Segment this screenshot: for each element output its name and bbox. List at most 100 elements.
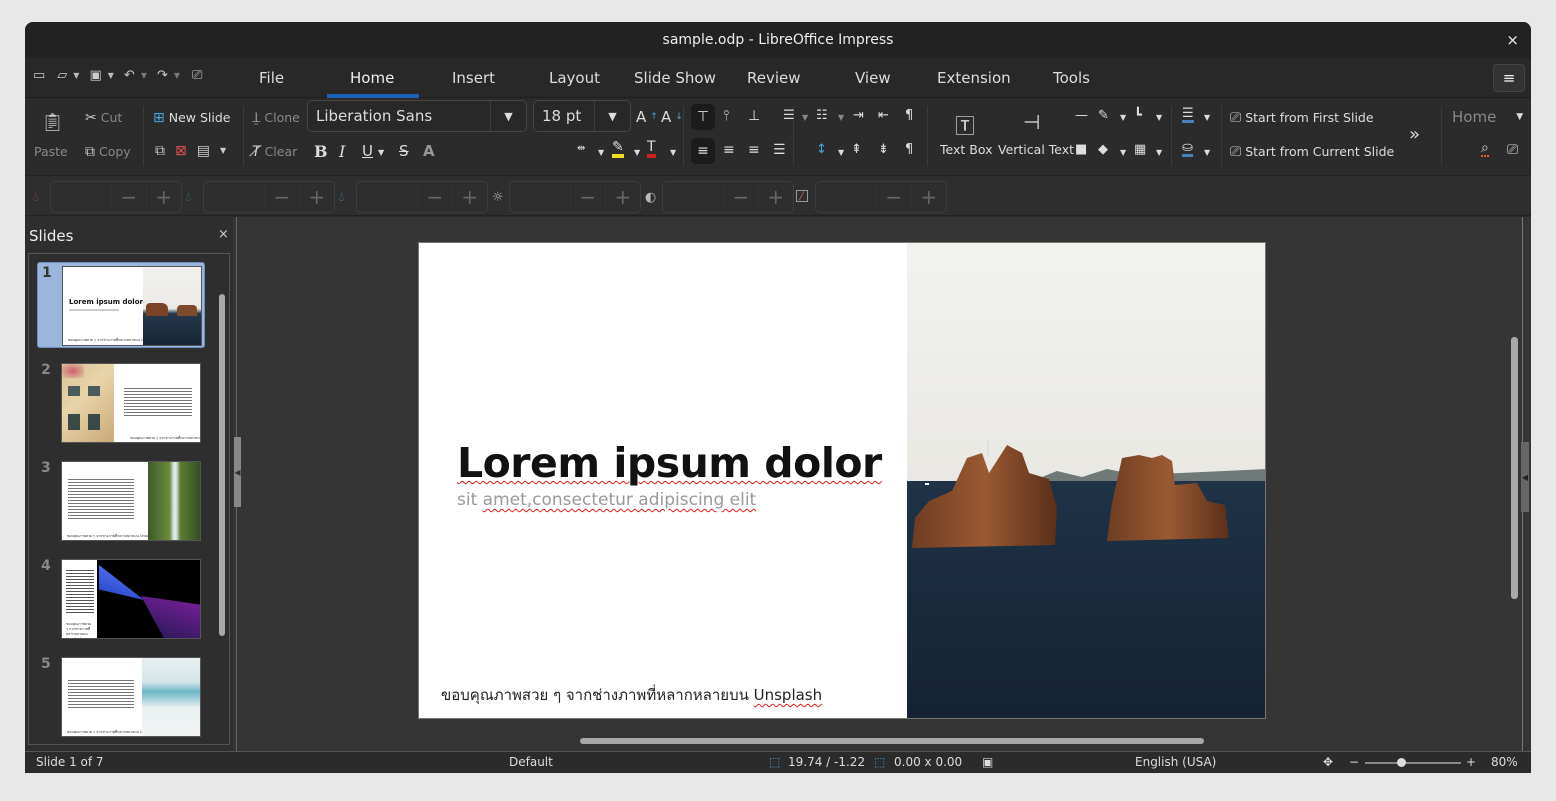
rectangle-icon[interactable]: ■ [1075,142,1087,157]
tab-tools[interactable]: Tools [1053,69,1090,87]
bullet-list-icon[interactable]: ☰ [783,108,795,123]
paragraph-rtl-icon[interactable]: ¶ [905,142,913,157]
contrast-spinbox[interactable]: − + [662,181,794,213]
decrement-button[interactable]: − [877,182,912,212]
highlight-dropdown-icon[interactable]: ▼ [634,148,640,157]
decrease-paragraph-spacing-icon[interactable]: ⇟ [878,142,889,157]
slide-credit[interactable]: ขอบคุณภาพสวย ๆ จากช่างภาพที่หลากหลายบน U… [441,683,822,707]
increase-indent-icon[interactable]: ⇥ [853,108,864,123]
connector-dropdown-icon[interactable]: ▼ [1156,113,1162,122]
slide-thumbnail-1[interactable]: 1 Lorem ipsum dolor ขอบคุณภาพสวย ๆ จากช่… [37,262,205,348]
contrast-field[interactable] [663,182,725,212]
vertical-scrollbar[interactable] [1511,337,1518,599]
tab-home[interactable]: Home [350,69,394,87]
cut-button[interactable]: ✂ Cut [85,110,122,125]
brightness-field[interactable] [510,182,572,212]
fill-color-icon[interactable]: ⛀ [1182,141,1193,157]
red-field[interactable] [51,182,113,212]
vertical-text-label[interactable]: Vertical Text [998,142,1074,157]
redo-icon[interactable]: ↷ [157,68,168,83]
basic-shapes-icon[interactable]: ◆ [1098,142,1108,157]
shadow-button[interactable]: A [423,142,435,160]
horizontal-scrollbar[interactable] [580,738,1204,744]
chevron-down-icon[interactable]: ▼ [594,101,630,131]
blue-spinbox[interactable]: − + [356,181,488,213]
save-icon[interactable]: ▣ [89,68,101,83]
line-spacing-icon[interactable]: ↕ [816,142,827,157]
clear-formatting-button[interactable]: T̸ Clear [252,144,297,159]
text-box-icon[interactable]: 🅃︎ [955,110,975,139]
align-bottom-button[interactable]: ⊥ [748,108,760,124]
slides-pane-scrollbar[interactable] [219,294,225,636]
tab-slide-show[interactable]: Slide Show [634,69,716,87]
find-icon[interactable]: ⌕ [1481,141,1489,157]
highlight-color-icon[interactable]: ✎ [612,140,624,158]
align-left-button[interactable]: ≡ [691,138,715,164]
slideshow-icon[interactable]: ⎚ [1507,142,1518,158]
master-slide-name[interactable]: Default [509,755,553,769]
character-spacing-icon[interactable]: ⇹ [577,143,585,154]
hamburger-menu-button[interactable]: ≡ [1493,64,1525,92]
fit-slide-icon[interactable]: ✥ [1323,755,1333,769]
justify-button[interactable]: ☰ [773,142,786,158]
chevron-down-icon[interactable]: ▼ [490,101,526,131]
freeform-dropdown-icon[interactable]: ▼ [1120,113,1126,122]
increase-paragraph-spacing-icon[interactable]: ⇞ [851,142,862,157]
block-shapes-icon[interactable]: ▦ [1134,142,1146,157]
text-box-label[interactable]: Text Box [940,142,993,157]
slide-photo-sea-rocks[interactable] [907,243,1266,719]
red-spinbox[interactable]: − + [50,181,182,213]
font-color-icon[interactable]: T [647,140,656,158]
green-spinbox[interactable]: − + [203,181,335,213]
connector-icon[interactable]: ┗ [1134,108,1142,123]
brightness-spinbox[interactable]: − + [509,181,641,213]
slide-canvas[interactable]: Lorem ipsum dolor sit amet,consectetur a… [418,242,1266,719]
italic-button[interactable]: I [339,142,345,161]
delete-slide-icon[interactable]: ⊠ [175,144,187,158]
tab-layout[interactable]: Layout [549,69,600,87]
gamma-spinbox[interactable]: − + [815,181,947,213]
slide-subtitle[interactable]: sit amet,consectetur adipiscing elit [457,490,756,510]
document-modified-icon[interactable]: ▣ [982,755,993,769]
slide-thumbnail-5[interactable]: 5 ขอบคุณภาพสวย ๆ จากช่างภาพที่หลากหลายบน… [37,654,205,740]
tab-file[interactable]: File [259,69,284,87]
slides-pane-splitter[interactable]: ◀ [233,217,241,751]
start-from-first-slide-button[interactable]: ⎚ Start from First Slide [1230,110,1374,125]
tab-view[interactable]: View [855,69,891,87]
freeform-icon[interactable]: ✎ [1098,108,1109,123]
block-dropdown-icon[interactable]: ▼ [1156,148,1162,157]
bold-button[interactable]: B [314,142,328,161]
decrease-font-icon[interactable]: A ↓ [661,108,683,126]
underline-button[interactable]: U [362,142,373,160]
open-dropdown-icon[interactable]: ▼ [73,71,79,80]
slide-layout-icon[interactable]: ▤ [197,144,210,158]
start-presentation-icon[interactable]: ⎚ [192,68,202,83]
context-dropdown[interactable]: Home ▼ [1452,108,1523,126]
decrement-button[interactable]: − [112,182,147,212]
green-field[interactable] [204,182,266,212]
clone-formatting-button[interactable]: ⍊ Clone [252,110,300,125]
zoom-level[interactable]: 80% [1491,755,1518,769]
line-icon[interactable]: — [1075,108,1088,123]
tab-review[interactable]: Review [747,69,801,87]
expand-sidebar-handle[interactable]: ◀ [1521,442,1529,512]
increment-button[interactable]: + [147,182,181,212]
new-slide-button[interactable]: ⊞ New Slide [153,110,230,125]
increment-button[interactable]: + [606,182,640,212]
undo-dropdown-icon[interactable]: ▼ [141,71,147,80]
spacing-dropdown-icon[interactable]: ▼ [598,148,604,157]
zoom-in-button[interactable]: + [1466,755,1476,769]
align-right-button[interactable]: ≡ [748,142,760,158]
slide-thumbnail-3[interactable]: 3 ขอบคุณภาพสวย ๆ จากช่างภาพที่หลากหลายบน… [37,458,205,544]
line-spacing-dropdown-icon[interactable]: ▼ [838,148,844,157]
text-language[interactable]: English (USA) [1135,755,1216,769]
align-top-button[interactable]: ⊤ [691,104,715,130]
zoom-out-button[interactable]: − [1349,755,1359,769]
align-middle-button[interactable]: ⫯ [723,108,729,124]
increment-button[interactable]: + [453,182,487,212]
decrement-button[interactable]: − [265,182,300,212]
blue-field[interactable] [357,182,419,212]
font-size-value[interactable]: 18 pt [534,107,594,125]
fill-dropdown-icon[interactable]: ▼ [1204,148,1210,157]
slide-thumbnail-4[interactable]: 4 ขอบคุณภาพสวย ๆ จากช่างภาพที่หลากหลายบน… [37,556,205,642]
